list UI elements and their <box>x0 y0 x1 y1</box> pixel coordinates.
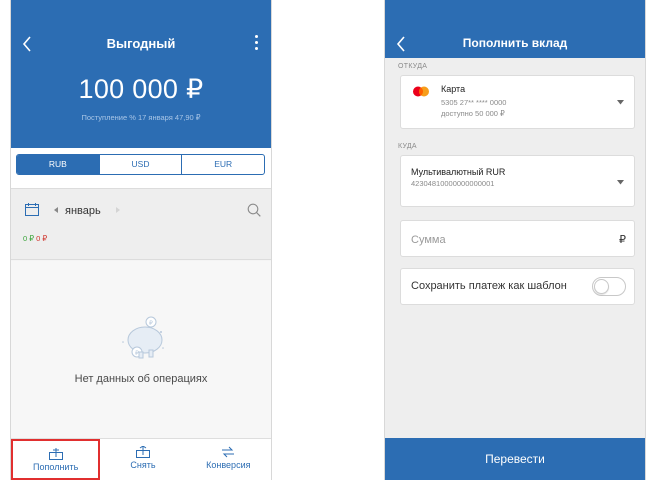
source-title: Карта <box>441 84 466 94</box>
header: Выгодный 100 000 ₽ Поступление % 17 янва… <box>11 0 271 148</box>
search-icon[interactable] <box>247 203 261 217</box>
balance-amount: 100 000 ₽ <box>78 74 204 104</box>
conversion-icon <box>222 446 235 458</box>
mastercard-icon <box>413 86 429 97</box>
save-template-row: Сохранить платеж как шаблон <box>400 268 635 305</box>
expense-total: 0 ₽ <box>36 234 48 243</box>
page-title: Пополнить вклад <box>462 36 568 50</box>
tab-conversion[interactable]: Конверсия <box>186 439 271 480</box>
period-totals: 0 ₽ 0 ₽ <box>23 234 47 243</box>
top-up-deposit-screen: Пополнить вклад ОТКУДА Карта 5305 27** *… <box>384 0 646 480</box>
more-vertical-icon <box>254 35 258 38</box>
page-title: Выгодный <box>106 36 176 51</box>
deposit-icon <box>48 448 63 460</box>
source-available-balance: доступно 50 000 ₽ <box>441 109 505 118</box>
chevron-down-icon <box>617 100 624 105</box>
amount-placeholder: Сумма <box>411 234 446 246</box>
previous-month-icon[interactable] <box>53 207 59 213</box>
svg-text:₽: ₽ <box>135 350 139 357</box>
more-menu-button[interactable] <box>251 32 261 54</box>
ruble-currency-sign: ₽ <box>619 234 626 246</box>
currency-tab-eur[interactable]: EUR <box>181 155 264 174</box>
tab-deposit[interactable]: Пополнить <box>11 439 101 480</box>
tab-withdraw[interactable]: Снять <box>100 439 185 480</box>
source-card-number: 5305 27** **** 0000 <box>441 98 507 107</box>
currency-tab-rub[interactable]: RUB <box>17 155 99 174</box>
withdraw-icon <box>135 446 150 458</box>
next-month-icon[interactable] <box>115 207 121 213</box>
svg-text:₽: ₽ <box>149 320 153 327</box>
destination-account-select[interactable]: Мультивалютный RUR 42304810000000000001 <box>400 155 635 207</box>
income-total: 0 ₽ <box>23 234 35 243</box>
toggle-knob <box>594 279 609 294</box>
header: Пополнить вклад <box>385 0 645 58</box>
to-section-label: КУДА <box>398 143 417 150</box>
save-template-label: Сохранить платеж как шаблон <box>411 280 567 292</box>
destination-account-number: 42304810000000000001 <box>411 179 495 188</box>
tab-deposit-label: Пополнить <box>33 462 79 472</box>
currency-segmented-control: RUB USD EUR <box>16 154 265 175</box>
destination-title: Мультивалютный RUR <box>411 167 506 177</box>
piggy-bank-icon: ₽ ₽ <box>122 316 164 359</box>
currency-tab-usd[interactable]: USD <box>98 155 182 174</box>
operations-filter: январь 0 ₽ 0 ₽ <box>11 188 271 260</box>
deposit-details-screen: Выгодный 100 000 ₽ Поступление % 17 янва… <box>10 0 272 480</box>
empty-state-text: Нет данных об операциях <box>74 373 208 385</box>
source-account-select[interactable]: Карта 5305 27** **** 0000 доступно 50 00… <box>400 75 635 129</box>
tab-withdraw-label: Снять <box>130 460 156 470</box>
transfer-button[interactable]: Перевести <box>385 438 645 480</box>
interest-accrual-note: Поступление % 17 января 47,90 ₽ <box>81 113 201 122</box>
bottom-action-bar: Пополнить Снять Конверсия <box>11 438 271 480</box>
from-section-label: ОТКУДА <box>398 63 428 70</box>
empty-state: ₽ ₽ Нет данных об операциях <box>11 261 271 438</box>
calendar-icon[interactable] <box>25 203 39 216</box>
month-label[interactable]: январь <box>65 205 101 217</box>
more-vertical-icon-dot <box>254 47 258 50</box>
amount-field[interactable]: Сумма ₽ <box>400 220 635 257</box>
chevron-down-icon <box>617 180 624 185</box>
more-vertical-icon-dot <box>254 41 258 44</box>
currency-selector-panel: RUB USD EUR <box>11 148 271 188</box>
tab-conversion-label: Конверсия <box>206 460 251 470</box>
save-template-toggle[interactable] <box>592 277 626 296</box>
